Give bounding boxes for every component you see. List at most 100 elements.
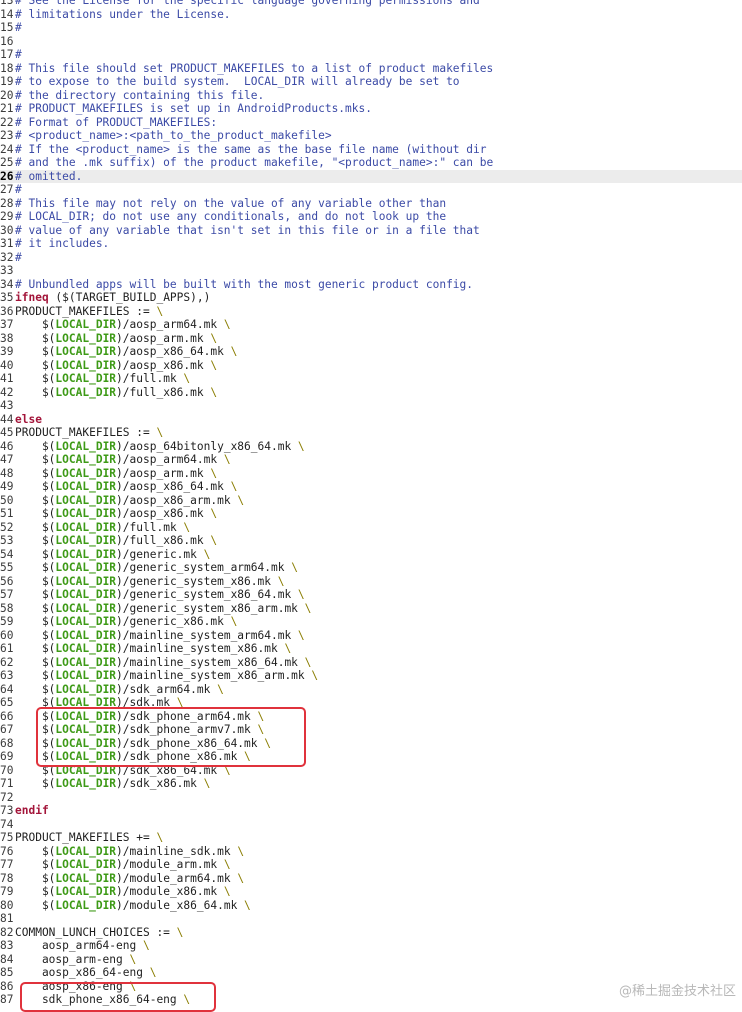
- code-line[interactable]: 61 $(LOCAL_DIR)/mainline_system_x86.mk \: [0, 642, 742, 656]
- code-line[interactable]: 84 aosp_arm-eng \: [0, 953, 742, 967]
- code-line[interactable]: 54 $(LOCAL_DIR)/generic.mk \: [0, 548, 742, 562]
- code-line[interactable]: 75 PRODUCT_MAKEFILES += \: [0, 831, 742, 845]
- line-continuation: \: [230, 615, 238, 628]
- code-line[interactable]: 71 $(LOCAL_DIR)/sdk_x86.mk \: [0, 777, 742, 791]
- line-continuation: \: [156, 304, 164, 318]
- code-line[interactable]: 32 #: [0, 251, 742, 265]
- code-line[interactable]: 19 # to expose to the build system. LOCAL…: [0, 75, 742, 89]
- code-line[interactable]: 65 $(LOCAL_DIR)/sdk.mk \: [0, 696, 742, 710]
- code-line[interactable]: 18 # This file should set PRODUCT_MAKEFIL…: [0, 62, 742, 76]
- code-line[interactable]: 60 $(LOCAL_DIR)/mainline_system_arm64.mk…: [0, 629, 742, 643]
- code-line[interactable]: 59 $(LOCAL_DIR)/generic_x86.mk \: [0, 615, 742, 629]
- code-line[interactable]: 80 $(LOCAL_DIR)/module_x86_64.mk \: [0, 899, 742, 913]
- code-line[interactable]: 49 $(LOCAL_DIR)/aosp_x86_64.mk \: [0, 480, 742, 494]
- code-line[interactable]: 81: [0, 912, 742, 926]
- variable-token: LOCAL_DIR: [55, 696, 117, 709]
- line-number: 73: [0, 804, 14, 817]
- code-line[interactable]: 79 $(LOCAL_DIR)/module_x86.mk \: [0, 885, 742, 899]
- code-line[interactable]: 45 PRODUCT_MAKEFILES := \: [0, 426, 742, 440]
- line-number: 38: [0, 331, 14, 345]
- line-continuation: \: [210, 358, 218, 372]
- code-line[interactable]: 34 # Unbundled apps will be built with th…: [0, 278, 742, 292]
- code-line[interactable]: 31 # it includes.: [0, 237, 742, 251]
- code-line[interactable]: 68 $(LOCAL_DIR)/sdk_phone_x86_64.mk \: [0, 737, 742, 751]
- code-text: ifneq ($(TARGET_BUILD_APPS),): [15, 291, 210, 304]
- code-line[interactable]: 50 $(LOCAL_DIR)/aosp_x86_arm.mk \: [0, 494, 742, 508]
- code-line[interactable]: 14 # limitations under the License.: [0, 8, 742, 22]
- comment-text: # Format of PRODUCT_MAKEFILES:: [15, 115, 218, 129]
- code-line[interactable]: 15 #: [0, 21, 742, 35]
- code-line[interactable]: 64 $(LOCAL_DIR)/sdk_arm64.mk \: [0, 683, 742, 697]
- code-line[interactable]: 57 $(LOCAL_DIR)/generic_system_x86_64.mk…: [0, 588, 742, 602]
- variable-open: $(: [15, 561, 56, 574]
- code-line[interactable]: 62 $(LOCAL_DIR)/mainline_system_x86_64.m…: [0, 656, 742, 670]
- code-line[interactable]: 67 $(LOCAL_DIR)/sdk_phone_armv7.mk \: [0, 723, 742, 737]
- code-line[interactable]: 26 # omitted.: [0, 169, 742, 183]
- code-line[interactable]: 42 $(LOCAL_DIR)/full_x86.mk \: [0, 386, 742, 400]
- code-line[interactable]: 76 $(LOCAL_DIR)/mainline_sdk.mk \: [0, 845, 742, 859]
- code-text: # PRODUCT_MAKEFILES is set up in Android…: [15, 102, 372, 115]
- line-number: 62: [0, 655, 14, 669]
- line-continuation: \: [297, 588, 305, 601]
- code-line[interactable]: 73 endif: [0, 804, 742, 818]
- code-fragment: PRODUCT_MAKEFILES :=: [15, 304, 157, 318]
- code-line[interactable]: 58 $(LOCAL_DIR)/generic_system_x86_arm.m…: [0, 602, 742, 616]
- code-line[interactable]: 70 $(LOCAL_DIR)/sdk_x86_64.mk \: [0, 764, 742, 778]
- code-line[interactable]: 85 aosp_x86_64-eng \: [0, 966, 742, 980]
- code-line[interactable]: 78 $(LOCAL_DIR)/module_arm64.mk \: [0, 872, 742, 886]
- code-line[interactable]: 36 PRODUCT_MAKEFILES := \: [0, 305, 742, 319]
- code-line[interactable]: 33: [0, 264, 742, 278]
- code-line[interactable]: 40 $(LOCAL_DIR)/aosp_x86.mk \: [0, 359, 742, 373]
- code-fragment: aosp_x86_64-eng: [15, 966, 150, 979]
- code-editor[interactable]: 13 # See the License for the specific lan…: [0, 0, 742, 1007]
- code-line[interactable]: 47 $(LOCAL_DIR)/aosp_arm64.mk \: [0, 453, 742, 467]
- makefile-path: /aosp_arm64.mk: [122, 318, 224, 331]
- code-line[interactable]: 56 $(LOCAL_DIR)/generic_system_x86.mk \: [0, 575, 742, 589]
- code-line[interactable]: 25 # and the .mk suffix) of the product m…: [0, 156, 742, 170]
- comment-text: # limitations under the License.: [15, 7, 231, 21]
- code-line[interactable]: 48 $(LOCAL_DIR)/aosp_arm.mk \: [0, 467, 742, 481]
- variable-open: $(: [15, 520, 56, 534]
- variable-close: ): [116, 642, 123, 655]
- code-line[interactable]: 29 # LOCAL_DIR; do not use any conditiona…: [0, 210, 742, 224]
- variable-token: LOCAL_DIR: [55, 871, 117, 885]
- variable-open: $(: [15, 871, 56, 885]
- code-line[interactable]: 66 $(LOCAL_DIR)/sdk_phone_arm64.mk \: [0, 710, 742, 724]
- code-line[interactable]: 16: [0, 35, 742, 49]
- code-line[interactable]: 77 $(LOCAL_DIR)/module_arm.mk \: [0, 858, 742, 872]
- code-line[interactable]: 13 # See the License for the specific lan…: [0, 0, 742, 8]
- code-line[interactable]: 53 $(LOCAL_DIR)/full_x86.mk \: [0, 534, 742, 548]
- code-line[interactable]: 83 aosp_arm64-eng \: [0, 939, 742, 953]
- line-number: 87: [0, 993, 14, 1006]
- code-line[interactable]: 44 else: [0, 413, 742, 427]
- code-line[interactable]: 38 $(LOCAL_DIR)/aosp_arm.mk \: [0, 332, 742, 346]
- code-text: $(LOCAL_DIR)/mainline_sdk.mk \: [15, 845, 244, 858]
- code-line[interactable]: 69 $(LOCAL_DIR)/sdk_phone_x86.mk \: [0, 750, 742, 764]
- code-line[interactable]: 55 $(LOCAL_DIR)/generic_system_arm64.mk …: [0, 561, 742, 575]
- code-line[interactable]: 30 # value of any variable that isn't set…: [0, 224, 742, 238]
- code-line[interactable]: 63 $(LOCAL_DIR)/mainline_system_x86_arm.…: [0, 669, 742, 683]
- code-line[interactable]: 21 # PRODUCT_MAKEFILES is set up in Andro…: [0, 102, 742, 116]
- code-text: aosp_x86_64-eng \: [15, 966, 157, 979]
- code-line[interactable]: 35 ifneq ($(TARGET_BUILD_APPS),): [0, 291, 742, 305]
- code-line[interactable]: 39 $(LOCAL_DIR)/aosp_x86_64.mk \: [0, 345, 742, 359]
- makefile-path: /generic_system_x86_arm.mk: [122, 601, 305, 615]
- code-line[interactable]: 17 #: [0, 48, 742, 62]
- variable-open: $(: [15, 669, 56, 682]
- code-line[interactable]: 20 # the directory containing this file.: [0, 89, 742, 103]
- code-line[interactable]: 24 # If the <product_name> is the same as…: [0, 143, 742, 157]
- code-line[interactable]: 52 $(LOCAL_DIR)/full.mk \: [0, 521, 742, 535]
- code-line[interactable]: 27 #: [0, 183, 742, 197]
- code-line[interactable]: 23 # <product_name>:<path_to_the_product_…: [0, 129, 742, 143]
- code-line[interactable]: 72: [0, 791, 742, 805]
- code-line[interactable]: 37 $(LOCAL_DIR)/aosp_arm64.mk \: [0, 318, 742, 332]
- code-line[interactable]: 43: [0, 399, 742, 413]
- code-line[interactable]: 46 $(LOCAL_DIR)/aosp_64bitonly_x86_64.mk…: [0, 440, 742, 454]
- code-line[interactable]: 74: [0, 818, 742, 832]
- code-line[interactable]: 82 COMMON_LUNCH_CHOICES := \: [0, 926, 742, 940]
- code-line[interactable]: 28 # This file may not rely on the value …: [0, 197, 742, 211]
- code-line[interactable]: 41 $(LOCAL_DIR)/full.mk \: [0, 372, 742, 386]
- code-line[interactable]: 51 $(LOCAL_DIR)/aosp_x86.mk \: [0, 507, 742, 521]
- code-text: # LOCAL_DIR; do not use any conditionals…: [15, 210, 446, 223]
- code-line[interactable]: 22 # Format of PRODUCT_MAKEFILES:: [0, 116, 742, 130]
